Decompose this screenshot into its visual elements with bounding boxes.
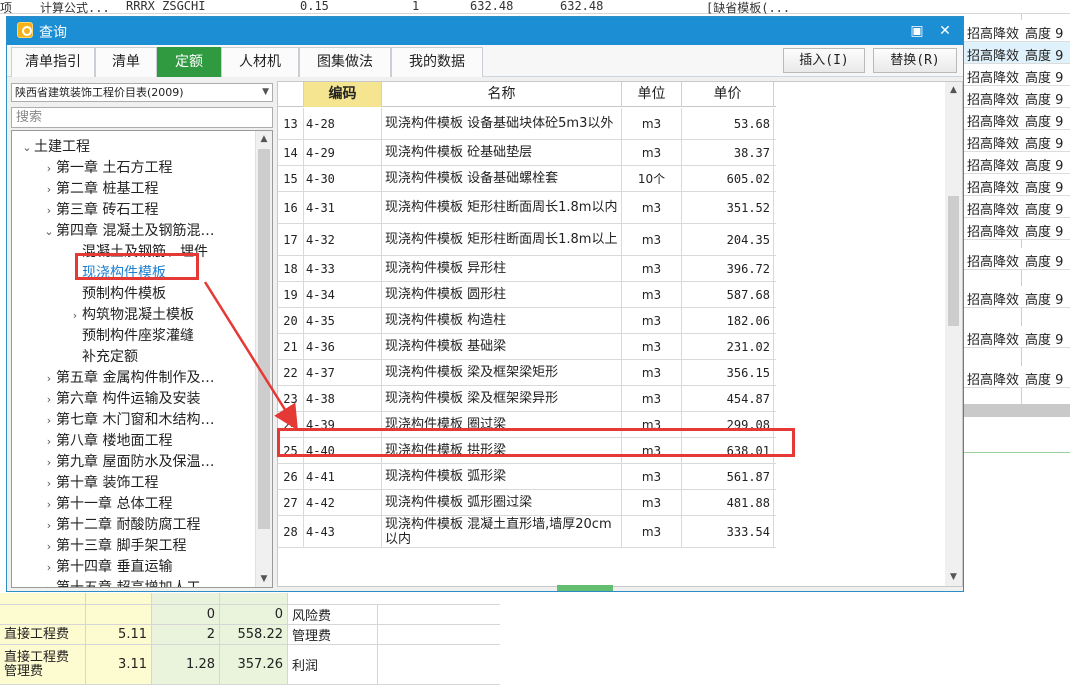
annotation-arrow xyxy=(203,281,298,431)
